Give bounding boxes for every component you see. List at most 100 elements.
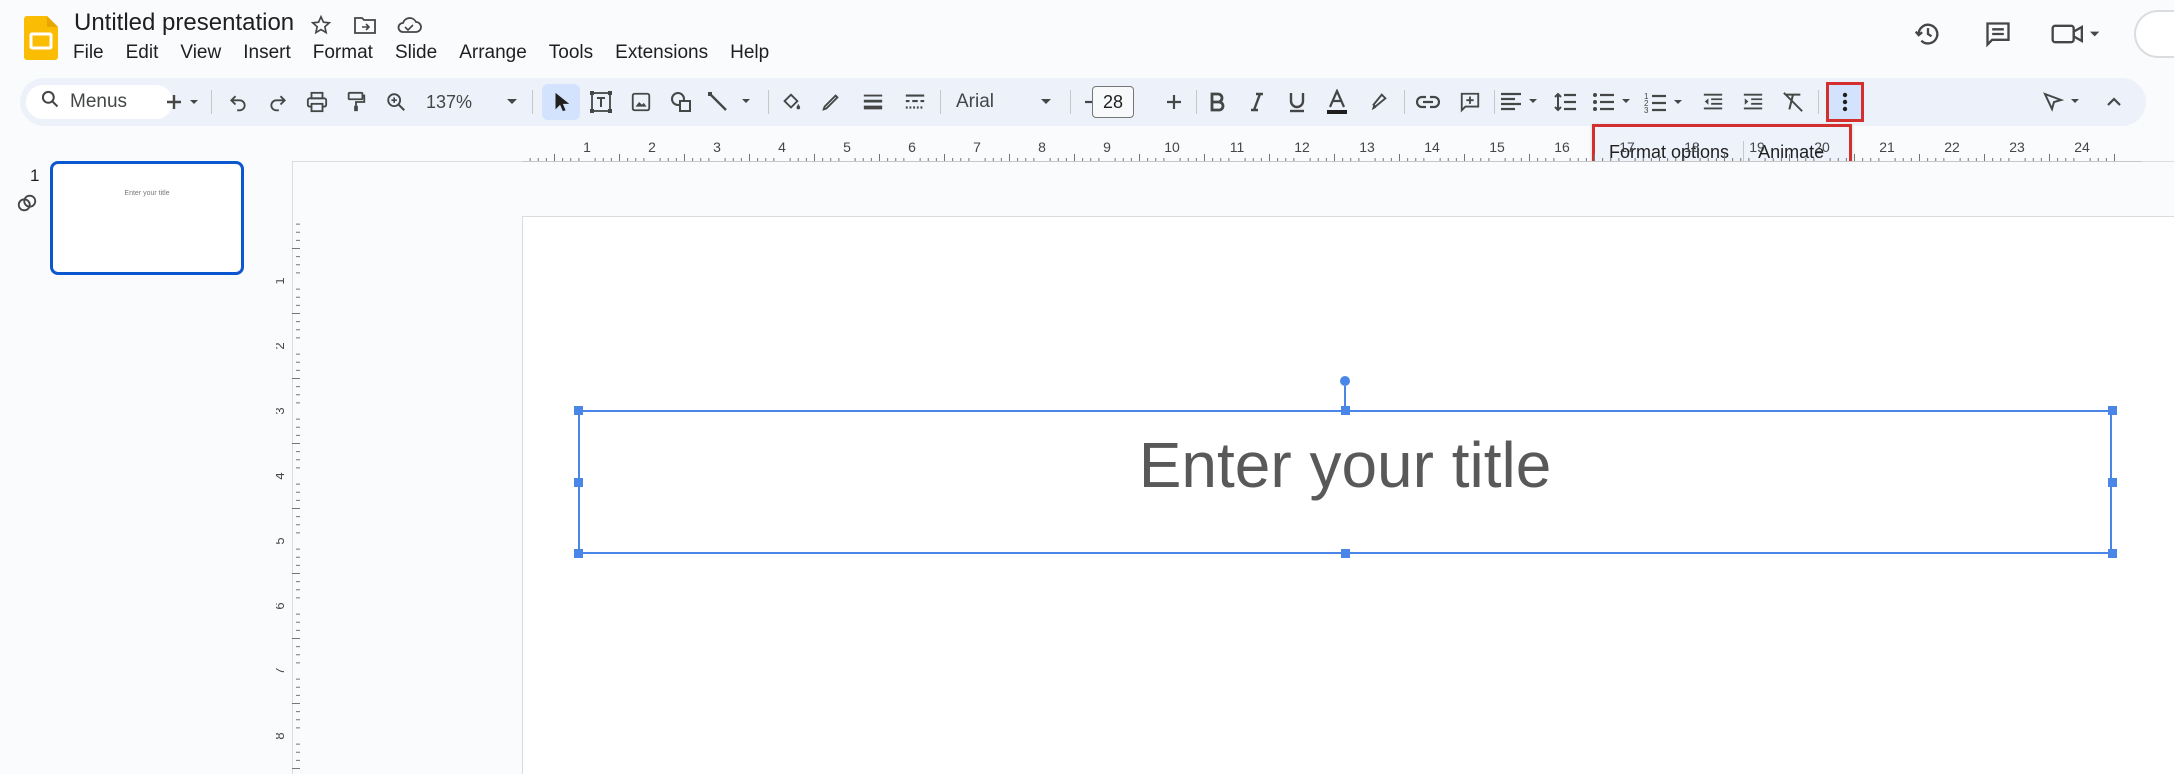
increase-font-size-button[interactable] bbox=[1156, 78, 1192, 126]
font-family-select[interactable]: Arial bbox=[946, 78, 1062, 126]
insert-comment-icon[interactable] bbox=[1450, 78, 1490, 126]
text-box-icon[interactable] bbox=[582, 78, 620, 126]
bold-icon[interactable] bbox=[1198, 78, 1236, 126]
rotate-handle[interactable] bbox=[1340, 376, 1350, 386]
italic-icon[interactable] bbox=[1238, 78, 1276, 126]
image-icon[interactable] bbox=[622, 78, 660, 126]
ruler-label: 7 bbox=[973, 140, 981, 155]
bulleted-list-icon[interactable] bbox=[1590, 78, 1638, 126]
zoom-value: 137% bbox=[426, 91, 473, 112]
menu-tools[interactable]: Tools bbox=[538, 40, 604, 66]
collapse-toolbar-icon[interactable] bbox=[2096, 78, 2132, 126]
linked-object-icon[interactable] bbox=[16, 192, 38, 219]
slides-logo-icon[interactable] bbox=[24, 16, 58, 60]
decrease-indent-icon[interactable] bbox=[1694, 78, 1732, 126]
ruler-label: 6 bbox=[276, 602, 287, 609]
ruler-label: 8 bbox=[276, 732, 287, 739]
ruler-label: 8 bbox=[1038, 140, 1046, 155]
undo-icon[interactable] bbox=[220, 78, 256, 126]
resize-handle-right[interactable] bbox=[2108, 478, 2117, 487]
line-tool-icon[interactable] bbox=[702, 78, 762, 126]
ruler-label: 23 bbox=[2009, 140, 2025, 155]
line-spacing-icon[interactable] bbox=[1546, 78, 1586, 126]
move-folder-icon[interactable] bbox=[350, 10, 380, 40]
menu-view[interactable]: View bbox=[169, 40, 232, 66]
menu-slide[interactable]: Slide bbox=[384, 40, 448, 66]
zoom-select[interactable]: 137% bbox=[418, 78, 526, 126]
menu-edit[interactable]: Edit bbox=[115, 40, 170, 66]
menu-help[interactable]: Help bbox=[719, 40, 780, 66]
numbered-list-icon[interactable]: 123 bbox=[1642, 78, 1690, 126]
menu-arrange[interactable]: Arrange bbox=[448, 40, 538, 66]
ruler-label: 15 bbox=[1489, 140, 1505, 155]
ruler-label: 14 bbox=[1424, 140, 1440, 155]
ruler-label: 5 bbox=[843, 140, 851, 155]
resize-handle-bottom-left[interactable] bbox=[574, 549, 583, 558]
more-vert-icon bbox=[1842, 92, 1848, 112]
ruler-label: 3 bbox=[276, 407, 287, 414]
new-slide-button[interactable] bbox=[164, 78, 204, 126]
ruler-label: 1 bbox=[583, 140, 591, 155]
paint-format-icon[interactable] bbox=[338, 78, 374, 126]
zoom-icon[interactable] bbox=[378, 78, 414, 126]
horizontal-ruler[interactable]: 1234567891011121314151617181920212223242 bbox=[522, 140, 2142, 162]
border-color-icon[interactable] bbox=[812, 78, 850, 126]
slide-thumbnail[interactable]: Enter your title bbox=[50, 161, 244, 275]
account-avatar[interactable] bbox=[2134, 10, 2174, 58]
text-color-icon[interactable] bbox=[1318, 78, 1356, 126]
slide-filmstrip: 1 Enter your title bbox=[0, 126, 272, 774]
redo-icon[interactable] bbox=[260, 78, 296, 126]
insert-link-icon[interactable] bbox=[1408, 78, 1448, 126]
title-placeholder[interactable]: Enter your title bbox=[580, 428, 2110, 502]
search-icon bbox=[40, 89, 60, 115]
increase-indent-icon[interactable] bbox=[1734, 78, 1772, 126]
document-title[interactable]: Untitled presentation bbox=[74, 9, 294, 37]
resize-handle-top-left[interactable] bbox=[574, 406, 583, 415]
resize-handle-left[interactable] bbox=[574, 478, 583, 487]
search-menus-input[interactable]: Menus bbox=[26, 85, 173, 119]
font-size-input[interactable]: 28 bbox=[1092, 86, 1134, 118]
menu-format[interactable]: Format bbox=[302, 40, 384, 66]
vertical-ruler[interactable]: 1 2 3 4 5 6 7 8 bbox=[276, 216, 300, 774]
ruler-label: 5 bbox=[276, 537, 287, 544]
star-icon[interactable] bbox=[306, 10, 336, 40]
version-history-icon[interactable] bbox=[1908, 14, 1948, 54]
ruler-label: 20 bbox=[1814, 140, 1830, 155]
slide-number: 1 bbox=[30, 166, 40, 185]
search-menus-label: Menus bbox=[70, 91, 128, 112]
title-bar: Untitled presentation File Edit View Ins… bbox=[0, 0, 2174, 76]
font-family-value: Arial bbox=[956, 91, 995, 112]
resize-handle-top-right[interactable] bbox=[2108, 406, 2117, 415]
fill-color-icon[interactable] bbox=[772, 78, 810, 126]
ruler-label: 24 bbox=[2074, 140, 2090, 155]
underline-icon[interactable] bbox=[1278, 78, 1316, 126]
highlight-color-icon[interactable] bbox=[1360, 78, 1398, 126]
select-tool-icon[interactable] bbox=[542, 84, 580, 120]
clear-formatting-icon[interactable] bbox=[1774, 78, 1812, 126]
print-icon[interactable] bbox=[299, 78, 335, 126]
resize-handle-bottom-right[interactable] bbox=[2108, 549, 2117, 558]
title-textbox[interactable]: Enter your title bbox=[578, 410, 2112, 554]
border-dash-icon[interactable] bbox=[896, 78, 934, 126]
menu-file[interactable]: File bbox=[62, 40, 115, 66]
shape-icon[interactable] bbox=[662, 78, 700, 126]
border-weight-icon[interactable] bbox=[854, 78, 892, 126]
ruler-label: 17 bbox=[1619, 140, 1635, 155]
menu-insert[interactable]: Insert bbox=[232, 40, 302, 66]
chevron-down-icon bbox=[507, 99, 517, 104]
menu-extensions[interactable]: Extensions bbox=[604, 40, 719, 66]
ruler-label: 22 bbox=[1944, 140, 1960, 155]
comments-icon[interactable] bbox=[1978, 14, 2018, 54]
ruler-label: 16 bbox=[1554, 140, 1570, 155]
align-icon[interactable] bbox=[1498, 78, 1542, 126]
chevron-down-icon bbox=[1041, 99, 1051, 104]
ruler-label: 2 bbox=[648, 140, 656, 155]
meet-video-icon[interactable] bbox=[2048, 14, 2104, 54]
svg-text:3: 3 bbox=[1644, 106, 1649, 113]
resize-handle-top[interactable] bbox=[1341, 406, 1350, 415]
pointer-mode-icon[interactable] bbox=[2036, 78, 2096, 126]
cloud-saved-icon[interactable] bbox=[394, 10, 424, 40]
more-options-button[interactable] bbox=[1826, 82, 1864, 122]
resize-handle-bottom[interactable] bbox=[1341, 549, 1350, 558]
ruler-label: 7 bbox=[276, 667, 287, 674]
